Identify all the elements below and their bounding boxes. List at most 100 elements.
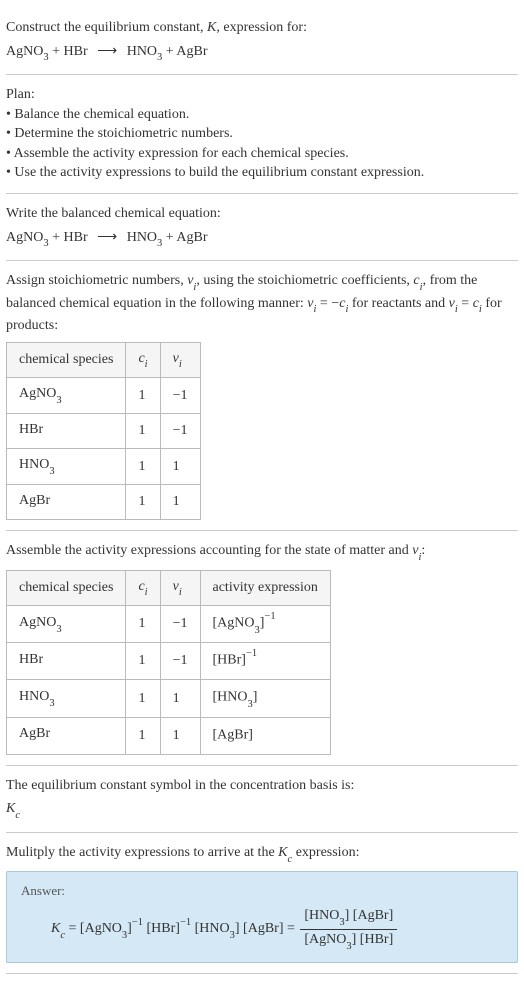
th-species: chemical species — [7, 342, 126, 377]
eq-sub2: 3 — [157, 52, 162, 63]
ath-c: ci — [126, 570, 160, 605]
mul-t1: Mulitply the activity expressions to arr… — [6, 845, 278, 860]
symbol-kc: Kc — [6, 799, 518, 821]
ath-c-sub: i — [145, 587, 148, 598]
intro-line1: Construct the equilibrium constant, — [6, 20, 207, 35]
cell-c: 1 — [126, 413, 160, 448]
ans-t4: [AgBr] — [243, 922, 283, 937]
assign-eq2c: c — [473, 296, 479, 311]
assign-t4: for reactants and — [348, 296, 448, 311]
beq-agno: AgNO — [6, 230, 43, 245]
intro-line1b: , expression for: — [216, 20, 307, 35]
ath-act: activity expression — [200, 570, 330, 605]
sp0: AgNO — [19, 386, 56, 401]
assign-t1: Assign stoichiometric numbers, — [6, 273, 187, 288]
beq-hbr: HBr — [64, 230, 88, 245]
answer-equation: Kc = [AgNO3]−1 [HBr]−1 [HNO3] [AgBr] = [… — [21, 906, 503, 952]
table-row: HBr 1 −1 — [7, 413, 201, 448]
eq-sub1: 3 — [43, 52, 48, 63]
cell-species: AgBr — [7, 717, 126, 754]
activity-section: Assemble the activity expressions accoun… — [6, 531, 518, 766]
a2s: 3 — [248, 699, 253, 710]
a1a: [HBr] — [213, 653, 246, 668]
eq-agbr: AgBr — [176, 44, 207, 59]
table-header-row: chemical species ci νi — [7, 342, 201, 377]
ans-t3s: 3 — [230, 930, 235, 941]
ath-c-sym: c — [138, 579, 144, 594]
cell-species: HNO3 — [7, 680, 126, 717]
assign-eq2b: = — [458, 296, 473, 311]
sym-Kc: c — [15, 810, 20, 821]
plan-title: Plan: — [6, 85, 518, 105]
cell-c: 1 — [126, 606, 160, 643]
ans-eq1: = — [65, 922, 80, 937]
beq-plus2: + — [162, 230, 176, 245]
sp3: AgBr — [19, 493, 50, 508]
answer-label: Answer: — [21, 882, 503, 900]
ans-K: K — [51, 922, 60, 937]
th-nu-sub: i — [179, 359, 182, 370]
assign-text: Assign stoichiometric numbers, νi, using… — [6, 271, 518, 336]
den1: [AgNO — [304, 932, 346, 947]
assign-nui: i — [193, 282, 196, 293]
cell-species: AgNO3 — [7, 378, 126, 413]
cell-nu: −1 — [160, 378, 200, 413]
cell-species: HNO3 — [7, 449, 126, 484]
cell-c: 1 — [126, 449, 160, 484]
cell-species: AgNO3 — [7, 606, 126, 643]
act-nu: ν — [412, 543, 418, 558]
assign-eq1ai: i — [314, 304, 317, 315]
beq-sub2: 3 — [157, 238, 162, 249]
balanced-section: Write the balanced chemical equation: Ag… — [6, 194, 518, 261]
th-nu: νi — [160, 342, 200, 377]
cell-species: HBr — [7, 643, 126, 680]
ans-t2: [HBr] — [147, 922, 180, 937]
cell-c: 1 — [126, 378, 160, 413]
ans-t1: [AgNO — [80, 922, 122, 937]
answer-fraction: [HNO3] [AgBr][AgNO3] [HBr] — [300, 906, 397, 952]
th-c: ci — [126, 342, 160, 377]
ath-nu-sub: i — [179, 587, 182, 598]
ans-eq2: = — [283, 922, 298, 937]
beq-plus1: + — [49, 230, 64, 245]
assign-eq2ai: i — [455, 304, 458, 315]
assign-eq1a: ν — [307, 296, 313, 311]
sp1: HBr — [19, 422, 43, 437]
a2a: [HNO — [213, 690, 248, 705]
ath-species: chemical species — [7, 570, 126, 605]
num1: [HNO — [304, 908, 339, 923]
cell-nu: −1 — [160, 643, 200, 680]
sp2s: 3 — [49, 466, 54, 477]
ath-nu-sym: ν — [173, 579, 179, 594]
a3a: [AgBr] — [213, 727, 253, 742]
cell-nu: 1 — [160, 449, 200, 484]
cell-act: [AgBr] — [200, 717, 330, 754]
asp0: AgNO — [19, 615, 56, 630]
multiply-text: Mulitply the activity expressions to arr… — [6, 843, 518, 865]
balanced-equation: AgNO3 + HBr ⟶ HNO3 + AgBr — [6, 228, 518, 250]
cell-c: 1 — [126, 643, 160, 680]
cell-nu: 1 — [160, 484, 200, 519]
beq-hno: HNO — [127, 230, 157, 245]
ans-t1s: 3 — [122, 930, 127, 941]
assign-ci: i — [420, 282, 423, 293]
num1s: 3 — [339, 917, 344, 928]
act-nui: i — [419, 552, 422, 563]
sym-K: K — [6, 801, 15, 816]
symbol-section: The equilibrium constant symbol in the c… — [6, 766, 518, 833]
act-colon: : — [421, 543, 425, 558]
cell-act: [HBr]−1 — [200, 643, 330, 680]
plan-bullet-3: • Assemble the activity expression for e… — [6, 144, 518, 164]
beq-sub1: 3 — [43, 238, 48, 249]
ans-e1: −1 — [132, 917, 143, 928]
mul-Kc: c — [288, 854, 293, 865]
asp3: AgBr — [19, 726, 50, 741]
a2b: ] — [253, 690, 258, 705]
assign-t2: , using the stoichiometric coefficients, — [196, 273, 413, 288]
symbol-text: The equilibrium constant symbol in the c… — [6, 776, 518, 796]
table-row: AgNO3 1 −1 [AgNO3]−1 — [7, 606, 331, 643]
intro-K: K — [207, 20, 216, 35]
plan-section: Plan: • Balance the chemical equation. •… — [6, 75, 518, 194]
table-row: AgBr 1 1 — [7, 484, 201, 519]
cell-nu: −1 — [160, 606, 200, 643]
